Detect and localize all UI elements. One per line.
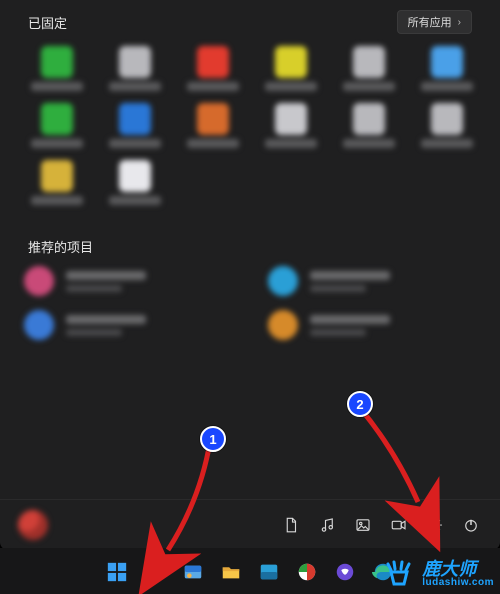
recommended-item-0[interactable]: [24, 266, 232, 296]
pinned-app-3[interactable]: [252, 42, 330, 95]
callout-2: 2: [347, 391, 373, 417]
power-icon[interactable]: [462, 516, 480, 534]
video-icon[interactable]: [390, 516, 408, 534]
deer-icon: [382, 560, 416, 588]
app-button-2[interactable]: [293, 558, 321, 586]
search-button[interactable]: [141, 558, 169, 586]
recommended-item-1[interactable]: [268, 266, 476, 296]
taskview-button[interactable]: [179, 558, 207, 586]
pinned-grid: [0, 40, 500, 209]
photos-icon[interactable]: [354, 516, 372, 534]
recommended-item-3[interactable]: [268, 310, 476, 340]
recommended-title: 推荐的项目: [28, 237, 93, 256]
music-icon[interactable]: [318, 516, 336, 534]
all-apps-button[interactable]: 所有应用 ›: [397, 10, 472, 34]
watermark: 鹿大师 ludashiw.com: [382, 560, 494, 588]
recommended-list: [0, 262, 500, 340]
pinned-app-8[interactable]: [174, 99, 252, 152]
app-button-3[interactable]: [331, 558, 359, 586]
pinned-app-0[interactable]: [18, 42, 96, 95]
pinned-app-2[interactable]: [174, 42, 252, 95]
chevron-right-icon: ›: [458, 17, 461, 28]
file-explorer-button[interactable]: [217, 558, 245, 586]
pinned-app-11[interactable]: [408, 99, 486, 152]
watermark-text: 鹿大师: [422, 560, 494, 578]
pinned-app-4[interactable]: [330, 42, 408, 95]
pinned-app-10[interactable]: [330, 99, 408, 152]
start-bottom-bar: [0, 499, 500, 550]
pinned-header: 已固定 所有应用 ›: [0, 0, 500, 40]
start-menu: 已固定 所有应用 › 推荐的项目: [0, 0, 500, 550]
pinned-app-6[interactable]: [18, 99, 96, 152]
pinned-app-12[interactable]: [18, 156, 96, 209]
document-icon[interactable]: [282, 516, 300, 534]
watermark-url: ludashiw.com: [422, 578, 494, 588]
power-row: [282, 516, 480, 534]
settings-icon[interactable]: [426, 516, 444, 534]
user-avatar[interactable]: [18, 510, 48, 540]
pinned-title: 已固定: [28, 13, 67, 32]
pinned-app-5[interactable]: [408, 42, 486, 95]
pinned-app-9[interactable]: [252, 99, 330, 152]
pinned-app-13[interactable]: [96, 156, 174, 209]
pinned-app-7[interactable]: [96, 99, 174, 152]
recommended-header: 推荐的项目: [0, 209, 500, 262]
callout-1: 1: [200, 426, 226, 452]
recommended-item-2[interactable]: [24, 310, 232, 340]
all-apps-label: 所有应用: [408, 14, 452, 30]
start-button[interactable]: [103, 558, 131, 586]
pinned-app-1[interactable]: [96, 42, 174, 95]
app-button-1[interactable]: [255, 558, 283, 586]
